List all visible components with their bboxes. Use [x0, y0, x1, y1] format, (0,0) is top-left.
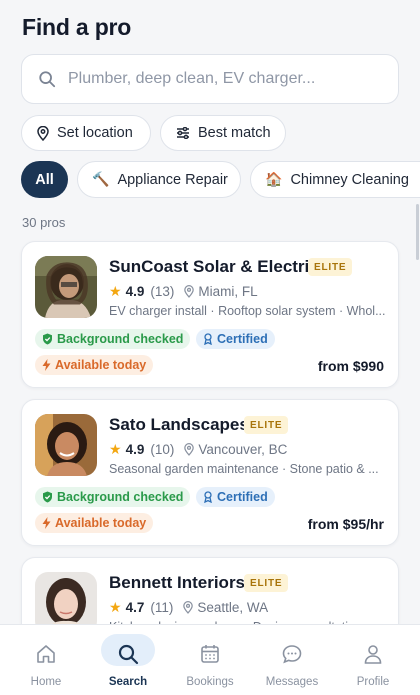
search-input[interactable]: Plumber, deep clean, EV charger... [21, 54, 399, 104]
pro-avatar [35, 414, 97, 476]
pro-avatar [35, 256, 97, 318]
hammer-icon: 🔨 [92, 171, 110, 187]
star-icon: ★ [109, 599, 122, 615]
home-icon [37, 645, 55, 663]
rating-score: 4.9 [125, 284, 145, 299]
bottom-nav: Home Search Bookings Messages Profile [0, 624, 420, 695]
lightning-icon [42, 517, 51, 529]
location-pin-icon [184, 285, 195, 298]
category-chip-all[interactable]: All [21, 161, 68, 198]
pro-services: EV charger install · Rooftop solar syste… [109, 304, 386, 318]
pro-rating: ★ 4.9 (13) Miami, FL [109, 283, 258, 300]
rating-score: 4.9 [125, 442, 145, 457]
nav-item-search[interactable]: Search [86, 625, 170, 695]
chat-icon [282, 645, 302, 664]
sliders-icon [177, 127, 189, 139]
review-count: (13) [150, 284, 175, 299]
pro-location: Vancouver, BC [184, 442, 287, 457]
star-icon: ★ [109, 283, 122, 299]
pro-name: Bennett Interiors [109, 573, 246, 592]
nav-label: Profile [356, 676, 390, 688]
set-location-button[interactable]: Set location [21, 115, 151, 151]
badge-label: Available today [55, 516, 147, 530]
pro-card[interactable]: Sato Landscapes ELITE ★ 4.9 (10) Vancouv… [21, 399, 399, 546]
badge-label: Certified [217, 490, 268, 504]
pro-rating: ★ 4.7 (11) Seattle, WA [109, 599, 268, 616]
page-title: Find a pro [22, 14, 132, 40]
pro-rating: ★ 4.9 (10) Vancouver, BC [109, 441, 287, 458]
calendar-icon [201, 645, 219, 663]
review-count: (10) [150, 442, 175, 457]
house-icon: 🏠 [265, 171, 283, 187]
star-icon: ★ [109, 441, 122, 457]
scrollbar-thumb[interactable] [416, 204, 419, 260]
sort-label: Best match [198, 125, 271, 141]
nav-label: Messages [265, 676, 319, 688]
lightning-icon [42, 359, 51, 371]
location-pin-icon [183, 601, 194, 614]
rating-score: 4.7 [125, 600, 145, 615]
pro-location: Seattle, WA [183, 600, 268, 615]
search-icon [39, 71, 56, 88]
location-pin-icon [184, 443, 195, 456]
badge-label: Background checked [57, 332, 184, 346]
badge-label: Certified [217, 332, 268, 346]
nav-label: Search [108, 676, 148, 688]
pro-location: Miami, FL [184, 284, 258, 299]
elite-badge: ELITE [244, 416, 289, 434]
category-label: Chimney Cleaning [290, 171, 409, 188]
category-chip-chimney-cleaning[interactable]: 🏠 Chimney Cleaning [250, 161, 420, 198]
nav-label: Home [30, 676, 62, 688]
nav-item-home[interactable]: Home [4, 625, 88, 695]
award-icon [204, 491, 212, 503]
pro-name: Sato Landscapes [109, 415, 249, 434]
elite-badge: ELITE [308, 258, 353, 276]
location-text: Miami, FL [198, 284, 258, 299]
category-label: All [35, 171, 54, 188]
availability-badge: Available today [35, 355, 154, 375]
nav-label: Bookings [186, 676, 234, 688]
location-pin-icon [37, 125, 49, 141]
pro-card[interactable]: SunCoast Solar & Electric ELITE ★ 4.9 (1… [21, 241, 399, 388]
results-count: 30 pros [22, 215, 66, 230]
location-text: Seattle, WA [197, 600, 269, 615]
nav-item-bookings[interactable]: Bookings [168, 625, 252, 695]
set-location-label: Set location [57, 125, 133, 141]
review-count: (11) [150, 600, 174, 615]
badge-label: Background checked [57, 490, 184, 504]
background-checked-badge: Background checked [35, 329, 191, 349]
background-checked-badge: Background checked [35, 487, 191, 507]
location-text: Vancouver, BC [198, 442, 288, 457]
pro-price: from $95/hr [307, 516, 384, 532]
sort-button[interactable]: Best match [160, 115, 286, 151]
availability-badge: Available today [35, 513, 154, 533]
search-placeholder: Plumber, deep clean, EV charger... [68, 70, 316, 87]
shield-check-icon [43, 333, 52, 345]
award-icon [204, 333, 212, 345]
badge-label: Available today [55, 358, 147, 372]
pro-price: from $990 [317, 358, 384, 374]
shield-check-icon [43, 491, 52, 503]
category-label: Appliance Repair [117, 171, 228, 188]
certified-badge: Certified [196, 487, 275, 507]
category-chip-appliance-repair[interactable]: 🔨 Appliance Repair [77, 161, 241, 198]
nav-item-profile[interactable]: Profile [331, 625, 415, 695]
certified-badge: Certified [196, 329, 275, 349]
elite-badge: ELITE [244, 574, 289, 592]
pro-services: Seasonal garden maintenance · Stone pati… [109, 462, 379, 476]
nav-item-messages[interactable]: Messages [250, 625, 334, 695]
search-icon [118, 644, 139, 665]
user-icon [364, 645, 382, 664]
pro-name: SunCoast Solar & Electric [109, 257, 319, 276]
